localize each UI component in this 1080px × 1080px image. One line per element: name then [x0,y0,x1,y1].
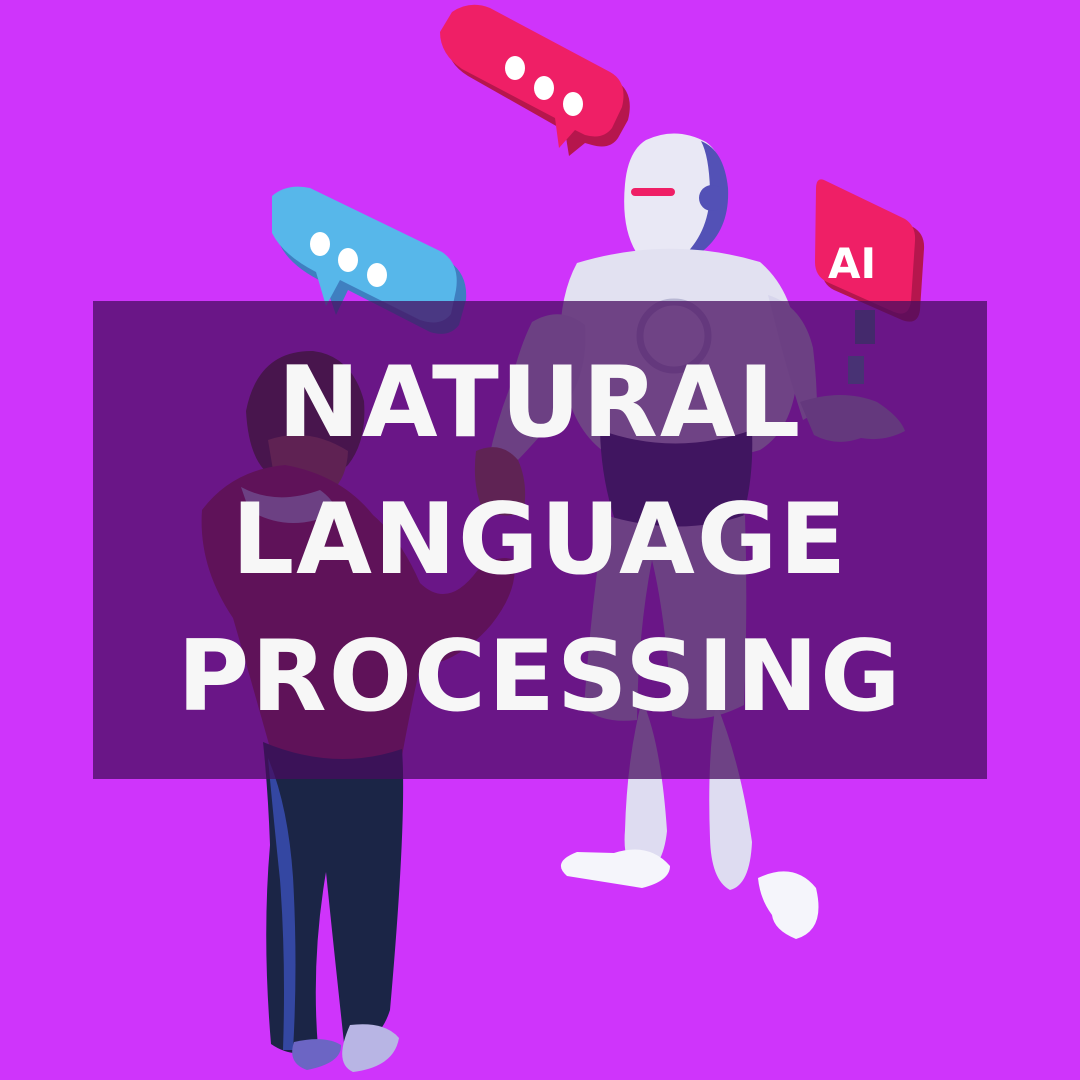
nlp-poster: AI NATURAL LANGUAGE PROCESSING [0,0,1080,1080]
title-line-processing: PROCESSING [177,619,903,734]
title-line-natural: NATURAL [277,345,803,460]
title-banner: NATURAL LANGUAGE PROCESSING [93,301,987,779]
title-line-language: LANGUAGE [231,482,849,597]
page-title: NATURAL LANGUAGE PROCESSING [177,335,902,746]
ai-badge-label: AI [828,239,876,288]
